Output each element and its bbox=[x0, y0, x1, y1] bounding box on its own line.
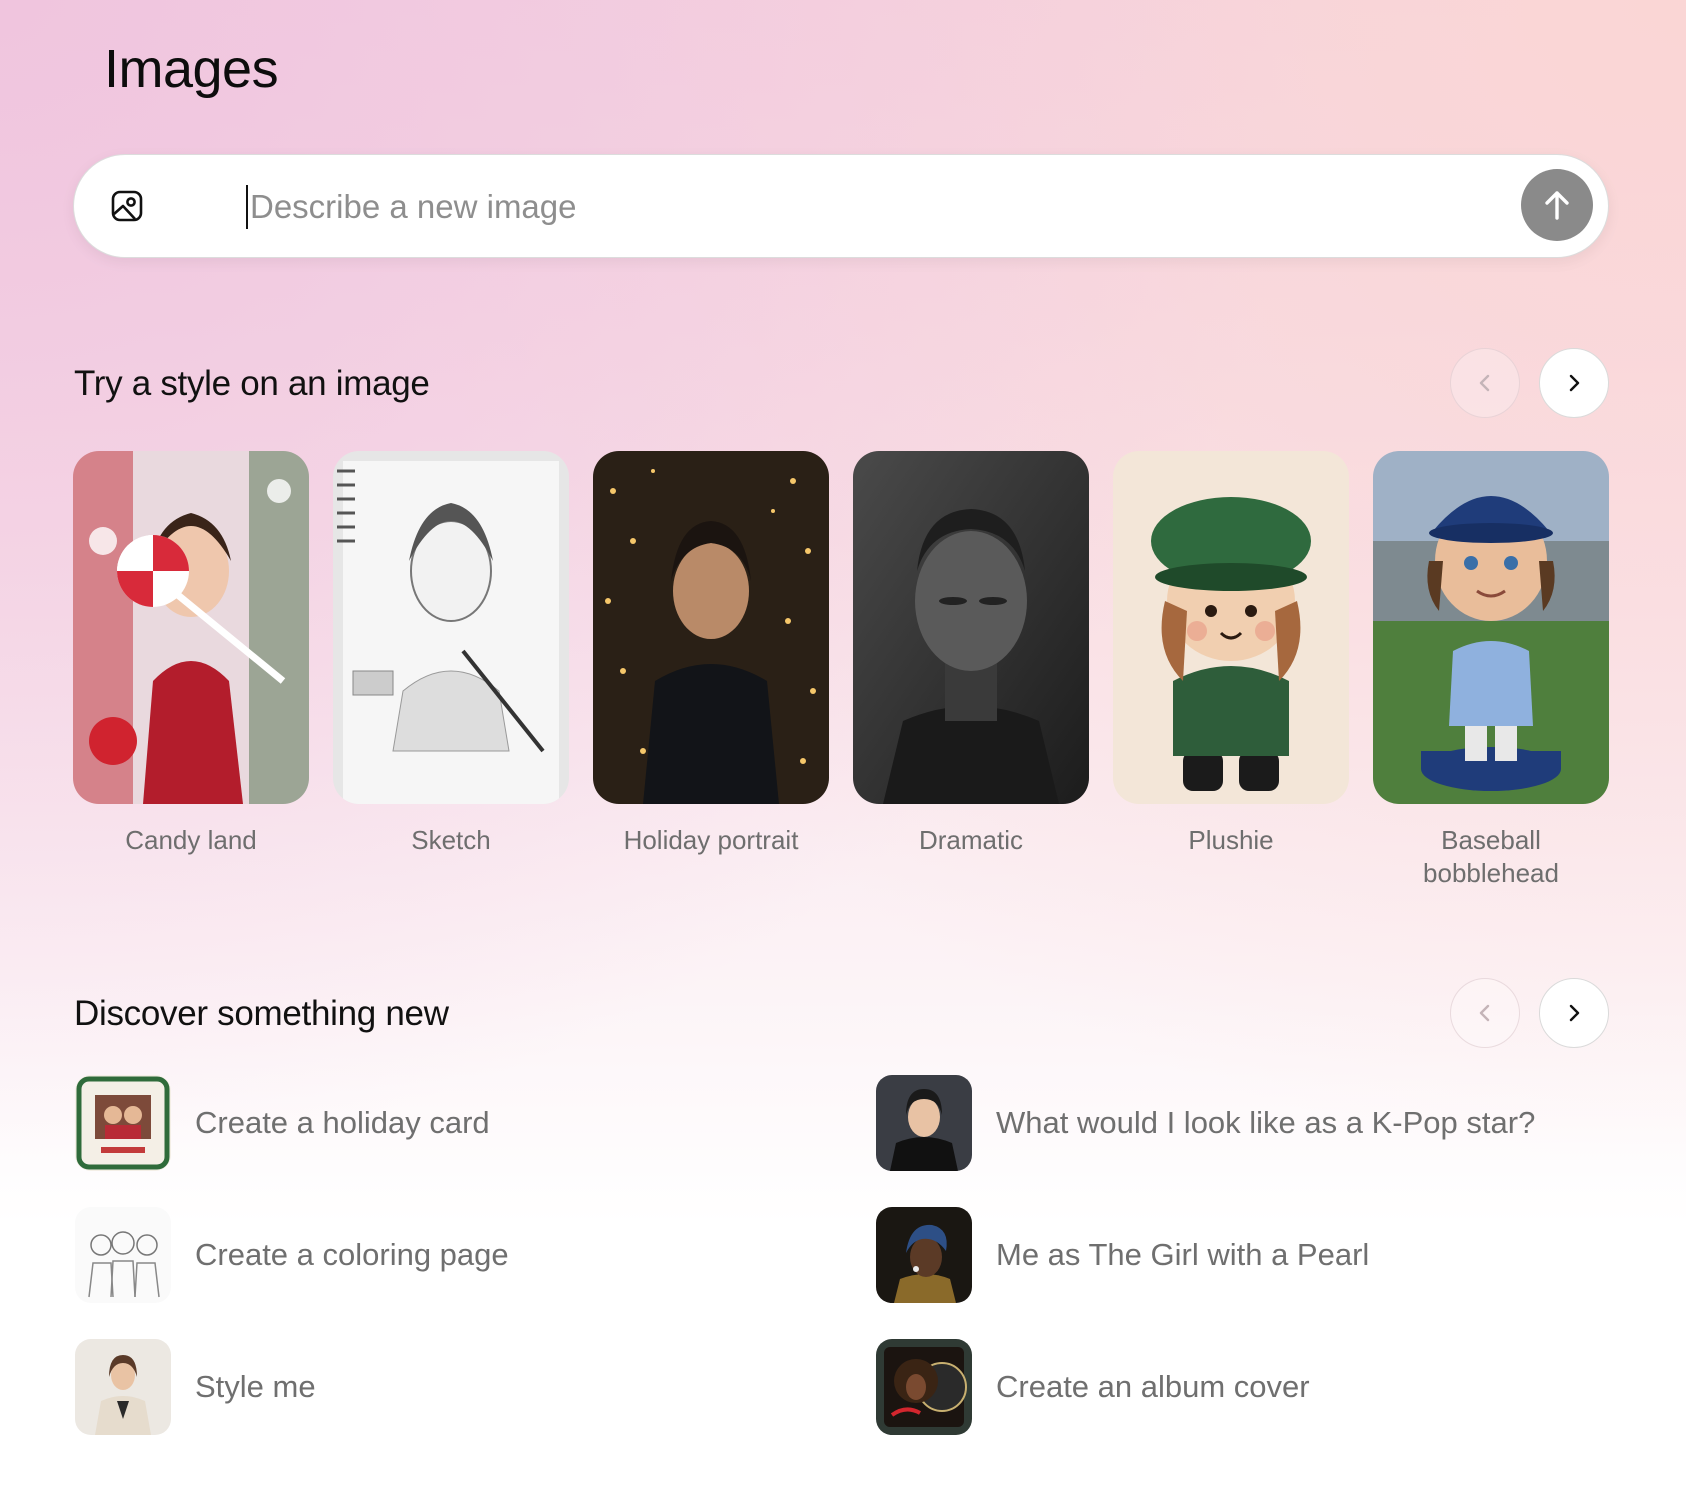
discover-item-label: Me as The Girl with a Pearl bbox=[996, 1237, 1370, 1272]
dramatic-image bbox=[853, 451, 1089, 804]
styles-section-title: Try a style on an image bbox=[74, 364, 430, 403]
album-cover-thumbnail bbox=[876, 1339, 972, 1435]
style-card-label: Candy land bbox=[125, 825, 257, 855]
style-card-baseball-bobblehead[interactable]: Baseball bobblehead bbox=[1373, 451, 1609, 890]
style-card-candy-land[interactable]: Candy land bbox=[73, 451, 309, 857]
style-card-label: Holiday portrait bbox=[623, 825, 799, 855]
candy-land-image bbox=[73, 451, 309, 804]
style-card-label: Sketch bbox=[411, 825, 491, 855]
discover-item-holiday-card[interactable]: Create a holiday card bbox=[75, 1075, 490, 1171]
chevron-right-icon bbox=[1569, 1004, 1580, 1022]
discover-item-label: What would I look like as a K-Pop star? bbox=[996, 1105, 1536, 1140]
chevron-right-icon bbox=[1569, 374, 1580, 392]
style-card-label: Dramatic bbox=[918, 825, 1023, 855]
style-card-label: Plushie bbox=[1188, 825, 1274, 855]
discover-item-label: Style me bbox=[195, 1369, 316, 1404]
discover-item-label: Create an album cover bbox=[996, 1369, 1310, 1404]
chevron-left-icon bbox=[1479, 1004, 1490, 1022]
style-card-dramatic[interactable]: Dramatic bbox=[853, 451, 1089, 857]
discover-next-button[interactable] bbox=[1539, 978, 1609, 1048]
holiday-card-thumbnail bbox=[75, 1075, 171, 1171]
discover-item-style-me[interactable]: Style me bbox=[75, 1339, 316, 1435]
page-title: Images bbox=[104, 39, 279, 99]
discover-section-title: Discover something new bbox=[74, 994, 449, 1033]
holiday-portrait-image bbox=[593, 451, 829, 804]
plushie-image bbox=[1113, 451, 1349, 804]
discover-prev-button[interactable] bbox=[1450, 978, 1520, 1048]
baseball-bobblehead-image bbox=[1373, 451, 1609, 804]
styles-prev-button[interactable] bbox=[1450, 348, 1520, 418]
discover-item-coloring-page[interactable]: Create a coloring page bbox=[75, 1207, 509, 1303]
kpop-star-thumbnail bbox=[876, 1075, 972, 1171]
discover-item-kpop-star[interactable]: What would I look like as a K-Pop star? bbox=[876, 1075, 1535, 1171]
arrow-up-icon bbox=[1545, 191, 1569, 220]
style-card-sketch[interactable]: Sketch bbox=[333, 451, 569, 857]
style-card-holiday-portrait[interactable]: Holiday portrait bbox=[593, 451, 829, 857]
prompt-bar bbox=[73, 154, 1609, 258]
discover-item-label: Create a coloring page bbox=[195, 1237, 509, 1272]
prompt-input[interactable] bbox=[250, 179, 1490, 235]
discover-item-label: Create a holiday card bbox=[195, 1105, 490, 1140]
style-me-thumbnail bbox=[75, 1339, 171, 1435]
discover-item-girl-with-pearl[interactable]: Me as The Girl with a Pearl bbox=[876, 1207, 1369, 1303]
styles-next-button[interactable] bbox=[1539, 348, 1609, 418]
image-upload-icon[interactable] bbox=[110, 189, 144, 223]
coloring-page-thumbnail bbox=[75, 1207, 171, 1303]
style-card-plushie[interactable]: Plushie bbox=[1113, 451, 1349, 857]
discover-item-album-cover[interactable]: Create an album cover bbox=[876, 1339, 1310, 1435]
girl-with-pearl-thumbnail bbox=[876, 1207, 972, 1303]
style-card-label: Baseball bobblehead bbox=[1423, 825, 1559, 888]
text-cursor bbox=[246, 185, 248, 229]
send-button[interactable] bbox=[1521, 169, 1593, 241]
sketch-image bbox=[333, 451, 569, 804]
chevron-left-icon bbox=[1479, 374, 1490, 392]
